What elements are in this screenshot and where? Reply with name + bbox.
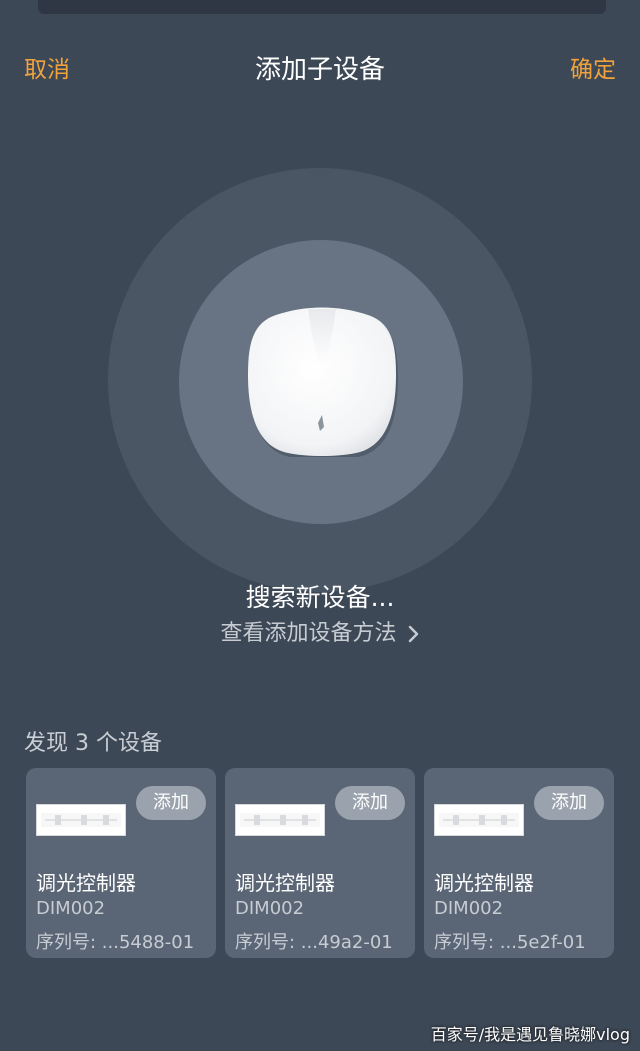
how-to-add-label: 查看添加设备方法 [220, 621, 397, 646]
device-thumbnail-graphic [240, 813, 320, 827]
device-card[interactable]: 添加 调光控制器 DIM002 序列号: ...5488-01 [26, 768, 216, 958]
how-to-add-link[interactable]: 查看添加设备方法 [0, 615, 640, 647]
device-model: DIM002 [36, 898, 106, 919]
device-serial: 序列号: ...5e2f-01 [434, 932, 586, 953]
device-thumbnail-graphic [41, 813, 121, 827]
watermark-text: 百家号/我是遇见鲁晓娜vlog [430, 1025, 630, 1044]
device-serial: 序列号: ...49a2-01 [235, 932, 393, 953]
searching-status: 搜索新设备... [245, 583, 395, 612]
top-navigation-bar: 取消 添加子设备 确定 [0, 40, 640, 96]
device-thumbnail [434, 804, 524, 836]
device-card[interactable]: 添加 调光控制器 DIM002 序列号: ...5e2f-01 [424, 768, 614, 958]
device-thumbnail [36, 804, 126, 836]
device-model: DIM002 [434, 898, 504, 919]
found-devices-title: 发现 3 个设备 [24, 731, 162, 756]
add-device-button[interactable]: 添加 [136, 786, 206, 820]
device-name: 调光控制器 [235, 871, 335, 895]
add-device-button[interactable]: 添加 [534, 786, 604, 820]
page-title: 添加子设备 [254, 55, 385, 85]
device-thumbnail-graphic [439, 813, 519, 827]
device-card[interactable]: 添加 调光控制器 DIM002 序列号: ...49a2-01 [225, 768, 415, 958]
device-name: 调光控制器 [36, 871, 136, 895]
device-name: 调光控制器 [434, 871, 534, 895]
confirm-button[interactable]: 确定 [570, 50, 616, 84]
device-thumbnail [235, 804, 325, 836]
device-serial: 序列号: ...5488-01 [36, 932, 195, 953]
device-model: DIM002 [235, 898, 305, 919]
chevron-right-icon [408, 625, 418, 643]
status-bar-strip [38, 0, 606, 14]
device-image [248, 307, 398, 457]
add-device-button[interactable]: 添加 [335, 786, 405, 820]
